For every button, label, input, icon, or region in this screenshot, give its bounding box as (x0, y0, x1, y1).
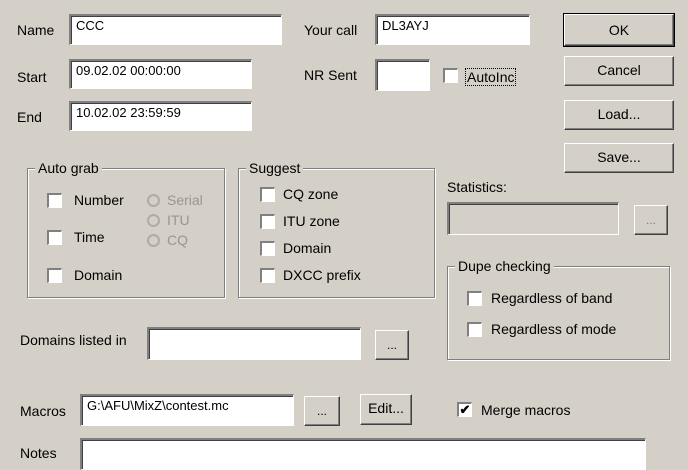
suggest-cq-zone-label: CQ zone (283, 186, 339, 202)
suggest-domain-checkbox[interactable] (260, 241, 275, 256)
merge-macros-checkbox[interactable]: ✔ (457, 402, 472, 417)
auto-grab-number-label: Number (74, 192, 124, 208)
ok-button[interactable]: OK (563, 13, 675, 47)
auto-grab-time-label: Time (74, 229, 105, 245)
end-field[interactable]: 10.02.02 23:59:59 (69, 101, 252, 131)
auto-grab-title: Auto grab (35, 160, 102, 176)
dupe-checking-title: Dupe checking (455, 258, 554, 274)
auto-grab-time-checkbox[interactable] (47, 230, 62, 245)
end-label: End (17, 109, 42, 125)
save-button[interactable]: Save... (564, 143, 674, 173)
regardless-mode-checkbox[interactable] (467, 322, 482, 337)
regardless-band-label: Regardless of band (491, 290, 613, 306)
auto-grab-number-checkbox[interactable] (47, 193, 62, 208)
autoinc-checkbox[interactable] (443, 68, 458, 83)
cancel-button[interactable]: Cancel (564, 56, 674, 86)
nr-sent-label: NR Sent (304, 67, 357, 83)
suggest-title: Suggest (246, 160, 304, 176)
regardless-mode-label: Regardless of mode (491, 321, 617, 337)
domains-field[interactable] (147, 327, 361, 360)
suggest-dxcc-prefix-label: DXCC prefix (283, 267, 361, 283)
macros-label: Macros (20, 403, 66, 419)
domains-browse-button[interactable]: ... (375, 330, 409, 360)
serial-radio[interactable] (147, 194, 160, 207)
itu-radio[interactable] (147, 214, 160, 227)
cq-label: CQ (167, 232, 188, 248)
your-call-label: Your call (304, 22, 358, 38)
suggest-itu-zone-label: ITU zone (283, 213, 340, 229)
serial-label: Serial (167, 192, 203, 208)
your-call-field[interactable]: DL3AYJ (375, 14, 530, 45)
suggest-domain-label: Domain (283, 240, 332, 256)
macros-browse-button[interactable]: ... (304, 396, 340, 426)
start-field[interactable]: 09.02.02 00:00:00 (69, 59, 252, 89)
domains-label: Domains listed in (20, 332, 127, 348)
statistics-label: Statistics: (447, 179, 507, 195)
suggest-cq-zone-checkbox[interactable] (260, 187, 275, 202)
start-label: Start (17, 69, 47, 85)
statistics-browse-button[interactable]: ... (634, 205, 668, 235)
regardless-band-checkbox[interactable] (467, 291, 482, 306)
cq-radio[interactable] (147, 234, 160, 247)
statistics-field[interactable] (447, 202, 619, 235)
auto-grab-domain-checkbox[interactable] (47, 268, 62, 283)
name-label: Name (17, 22, 55, 38)
load-button[interactable]: Load... (564, 100, 674, 130)
name-field[interactable]: CCC (69, 14, 282, 45)
notes-label: Notes (20, 445, 57, 461)
suggest-dxcc-prefix-checkbox[interactable] (260, 268, 275, 283)
nr-sent-field[interactable] (375, 59, 430, 91)
macros-field[interactable]: G:\AFU\MixZ\contest.mc (80, 394, 294, 426)
auto-grab-domain-label: Domain (74, 267, 123, 283)
merge-macros-label: Merge macros (481, 402, 571, 418)
itu-label: ITU (167, 212, 190, 228)
notes-field[interactable] (80, 438, 646, 470)
edit-macros-button[interactable]: Edit... (360, 394, 412, 425)
dupe-checking-group (447, 266, 670, 360)
autoinc-label: AutoInc (465, 68, 517, 86)
suggest-itu-zone-checkbox[interactable] (260, 214, 275, 229)
